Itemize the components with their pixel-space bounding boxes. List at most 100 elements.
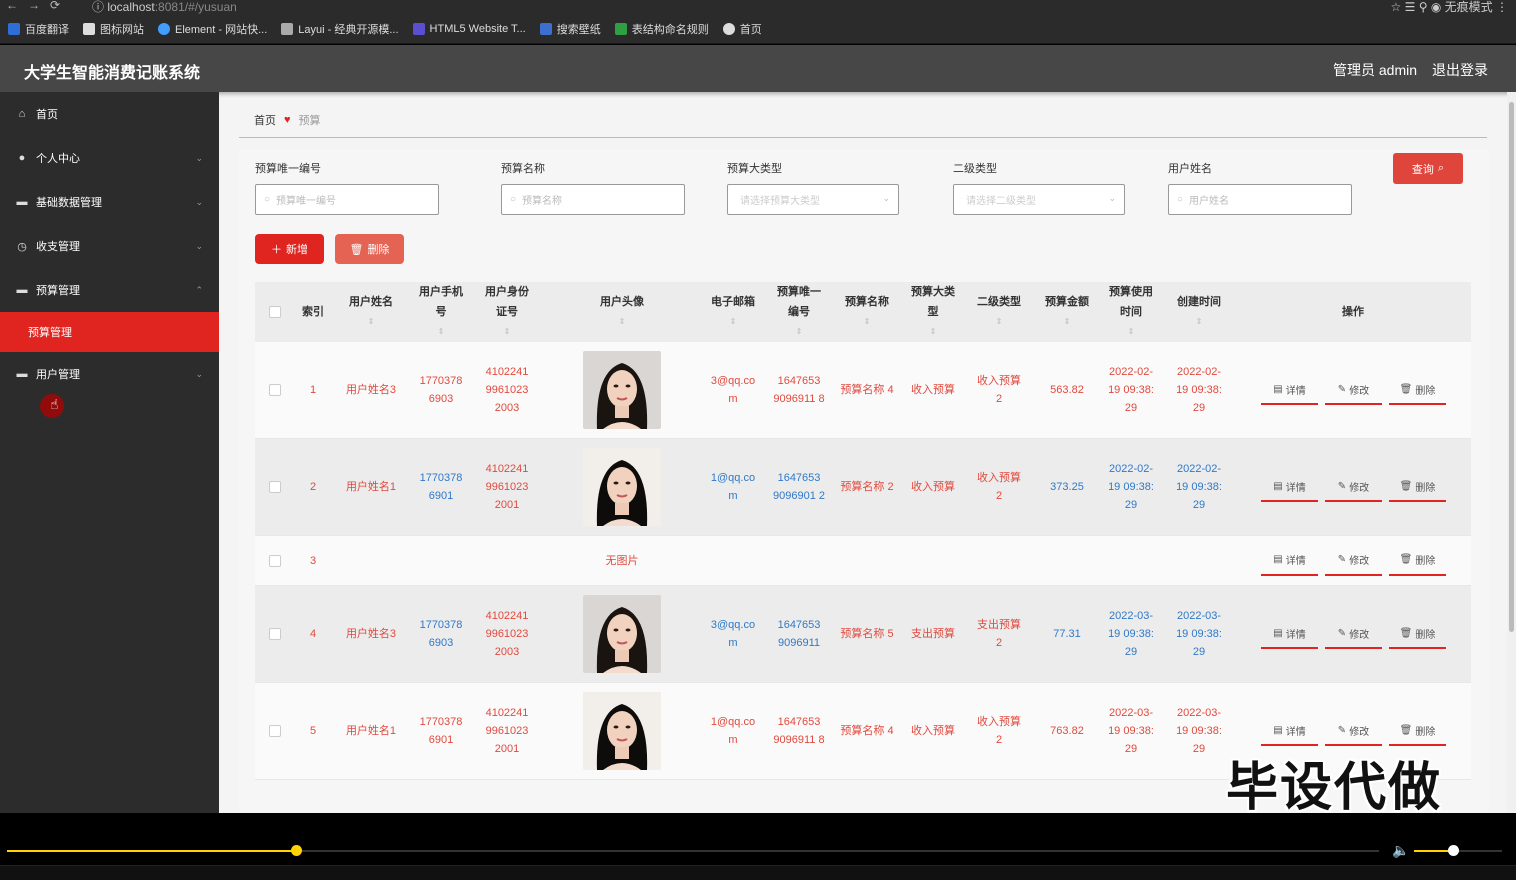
cell-stype: 收入预算 2 bbox=[977, 716, 1021, 746]
checkbox[interactable] bbox=[269, 481, 281, 493]
sort-icon[interactable]: ⇕ bbox=[368, 312, 375, 332]
checkbox[interactable] bbox=[269, 384, 281, 396]
volume-icon[interactable]: 🔈 bbox=[1392, 842, 1409, 859]
delete-button[interactable]: 🗑 删除 bbox=[1389, 375, 1446, 405]
trash-icon: 🗑 bbox=[1399, 554, 1413, 565]
row-checkbox[interactable] bbox=[263, 342, 287, 438]
checkbox[interactable] bbox=[269, 725, 281, 737]
col-stype[interactable]: 二级类型 ⇕ bbox=[973, 282, 1025, 342]
edit-button[interactable]: ✎ 修改 bbox=[1325, 472, 1382, 502]
bookmark-item[interactable]: 首页 bbox=[722, 21, 762, 37]
sort-icon[interactable]: ⇕ bbox=[438, 322, 445, 342]
volume-knob[interactable] bbox=[1447, 845, 1459, 856]
sidebar-subitem-budget-manage[interactable]: 预算管理 bbox=[0, 312, 219, 352]
sort-icon[interactable]: ⇕ bbox=[619, 312, 626, 332]
subtype-select[interactable]: 请选择二级类型 ⌄ bbox=[953, 184, 1125, 215]
delete-button[interactable]: 🗑 删除 bbox=[1389, 716, 1446, 746]
row-checkbox[interactable] bbox=[263, 683, 287, 779]
address-bar[interactable]: ⓘ localhost:8081/#/yusuan bbox=[92, 0, 237, 15]
browser-profile[interactable]: ☆ ☰ ⚲ ◉ 无痕模式 ⋮ bbox=[1391, 0, 1508, 15]
col-ctime[interactable]: 创建时间 ⇕ bbox=[1173, 282, 1225, 342]
sort-icon[interactable]: ⇕ bbox=[996, 312, 1003, 332]
bookmark-item[interactable]: 百度翻译 bbox=[8, 21, 69, 37]
sort-icon[interactable]: ⇕ bbox=[864, 312, 871, 332]
edit-button[interactable]: ✎ 修改 bbox=[1325, 375, 1382, 405]
edit-button[interactable]: ✎ 修改 bbox=[1325, 546, 1382, 576]
detail-button[interactable]: ▤ 详情 bbox=[1261, 716, 1318, 746]
table-row: 4 用户姓名3 1770378 6903 4102241 9961023 2003 3@… bbox=[255, 586, 1471, 683]
col-amount[interactable]: 预算金额 ⇕ bbox=[1039, 282, 1095, 342]
select-all-checkbox[interactable] bbox=[263, 282, 287, 342]
bookmark-item[interactable]: Element - 网站快... bbox=[158, 21, 267, 37]
col-idcard[interactable]: 用户身份证号 ⇕ bbox=[481, 282, 533, 342]
budget-type-select[interactable]: 请选择预算大类型 ⌄ bbox=[727, 184, 899, 215]
checkbox[interactable] bbox=[269, 554, 281, 567]
sort-icon[interactable]: ⇕ bbox=[1064, 312, 1071, 332]
username-input[interactable]: ○ 用户姓名 bbox=[1168, 184, 1352, 215]
bookmark-item[interactable]: 表结构命名规则 bbox=[614, 21, 709, 37]
bulk-delete-button[interactable]: 🗑 删除 bbox=[335, 234, 404, 264]
document-icon: ▤ bbox=[1273, 383, 1283, 395]
bookmark-item[interactable]: Layui - 经典开源模... bbox=[281, 21, 399, 37]
sort-icon[interactable]: ⇕ bbox=[796, 322, 803, 342]
edit-button[interactable]: ✎ 修改 bbox=[1325, 619, 1382, 649]
bookmark-item[interactable]: 搜索壁纸 bbox=[539, 21, 601, 37]
trash-icon: 🗑 bbox=[1399, 724, 1413, 736]
search-button[interactable]: 查询 ⌕ bbox=[1393, 153, 1463, 184]
sort-icon[interactable]: ⇕ bbox=[730, 312, 737, 332]
page-scrollbar[interactable] bbox=[1507, 92, 1516, 813]
browser-toolbar: ←→⟳ ⓘ localhost:8081/#/yusuan ☆ ☰ ⚲ ◉ 无痕… bbox=[0, 0, 1516, 14]
sidebar-item-basedata[interactable]: ▬ 基础数据管理 ⌄ bbox=[0, 180, 219, 224]
col-uid[interactable]: 预算唯一编号 ⇕ bbox=[773, 282, 825, 342]
progress-track[interactable] bbox=[7, 845, 1379, 856]
sort-icon[interactable]: ⇕ bbox=[1196, 312, 1203, 332]
bookmark-item[interactable]: 图标网站 bbox=[83, 21, 144, 37]
cell-bname: 预算名称 4 bbox=[840, 384, 894, 396]
row-checkbox[interactable] bbox=[263, 586, 287, 682]
detail-button[interactable]: ▤ 详情 bbox=[1261, 546, 1318, 576]
cell-amount bbox=[1039, 536, 1095, 585]
detail-button[interactable]: ▤ 详情 bbox=[1261, 375, 1318, 405]
row-checkbox[interactable] bbox=[263, 439, 287, 535]
budget-name-input[interactable]: ○ 预算名称 bbox=[501, 184, 685, 215]
sort-icon[interactable]: ⇕ bbox=[1128, 322, 1135, 342]
checkbox[interactable] bbox=[269, 306, 281, 318]
detail-button[interactable]: ▤ 详情 bbox=[1261, 472, 1318, 502]
row-actions: ▤ 详情 ✎ 修改 🗑 删除 bbox=[1261, 439, 1451, 535]
delete-button[interactable]: 🗑 删除 bbox=[1389, 619, 1446, 649]
col-usetime[interactable]: 预算使用时间 ⇕ bbox=[1105, 282, 1157, 342]
chevron-down-icon: ⌄ bbox=[882, 193, 890, 203]
edit-button[interactable]: ✎ 修改 bbox=[1325, 716, 1382, 746]
sidebar-item-home[interactable]: ⌂ 首页 bbox=[0, 92, 219, 136]
sort-icon[interactable]: ⇕ bbox=[504, 322, 511, 342]
row-checkbox[interactable] bbox=[263, 536, 287, 585]
sidebar-item-users[interactable]: ▬ 用户管理 ⌄ bbox=[0, 352, 219, 396]
col-phone[interactable]: 用户手机号 ⇕ bbox=[415, 282, 467, 342]
sidebar-item-income[interactable]: ◷ 收支管理 ⌄ bbox=[0, 224, 219, 268]
logout-link[interactable]: 退出登录 bbox=[1432, 60, 1488, 80]
sort-icon[interactable]: ⇕ bbox=[930, 322, 937, 342]
document-icon: ▤ bbox=[1273, 554, 1283, 565]
detail-button[interactable]: ▤ 详情 bbox=[1261, 619, 1318, 649]
breadcrumb-home[interactable]: 首页 bbox=[254, 112, 276, 128]
col-bname[interactable]: 预算名称 ⇕ bbox=[839, 282, 895, 342]
delete-button[interactable]: 🗑 删除 bbox=[1389, 472, 1446, 502]
checkbox[interactable] bbox=[269, 628, 281, 640]
col-email[interactable]: 电子邮箱 ⇕ bbox=[707, 282, 759, 342]
cell-bname: 预算名称 4 bbox=[840, 725, 894, 737]
delete-button[interactable]: 🗑 删除 bbox=[1389, 546, 1446, 576]
col-avatar[interactable]: 用户头像 ⇕ bbox=[577, 282, 667, 342]
uid-input[interactable]: ○ 预算唯一编号 bbox=[255, 184, 439, 215]
volume-track[interactable] bbox=[1414, 845, 1502, 856]
cell-phone: 1770378 6901 bbox=[419, 472, 463, 502]
sidebar-item-budget[interactable]: ▬ 预算管理 ⌃ bbox=[0, 268, 219, 312]
sidebar-item-profile[interactable]: ● 个人中心 ⌄ bbox=[0, 136, 219, 180]
add-button[interactable]: ＋ 新增 bbox=[255, 234, 324, 264]
browser-nav-buttons[interactable]: ←→⟳ bbox=[6, 0, 70, 12]
scrollbar-thumb[interactable] bbox=[1509, 102, 1514, 632]
bookmark-item[interactable]: HTML5 Website T... bbox=[412, 22, 526, 35]
col-name[interactable]: 用户姓名 ⇕ bbox=[343, 282, 399, 342]
col-btype[interactable]: 预算大类型 ⇕ bbox=[907, 282, 959, 342]
progress-knob[interactable] bbox=[291, 845, 303, 856]
pencil-icon: ✎ bbox=[1337, 724, 1347, 736]
